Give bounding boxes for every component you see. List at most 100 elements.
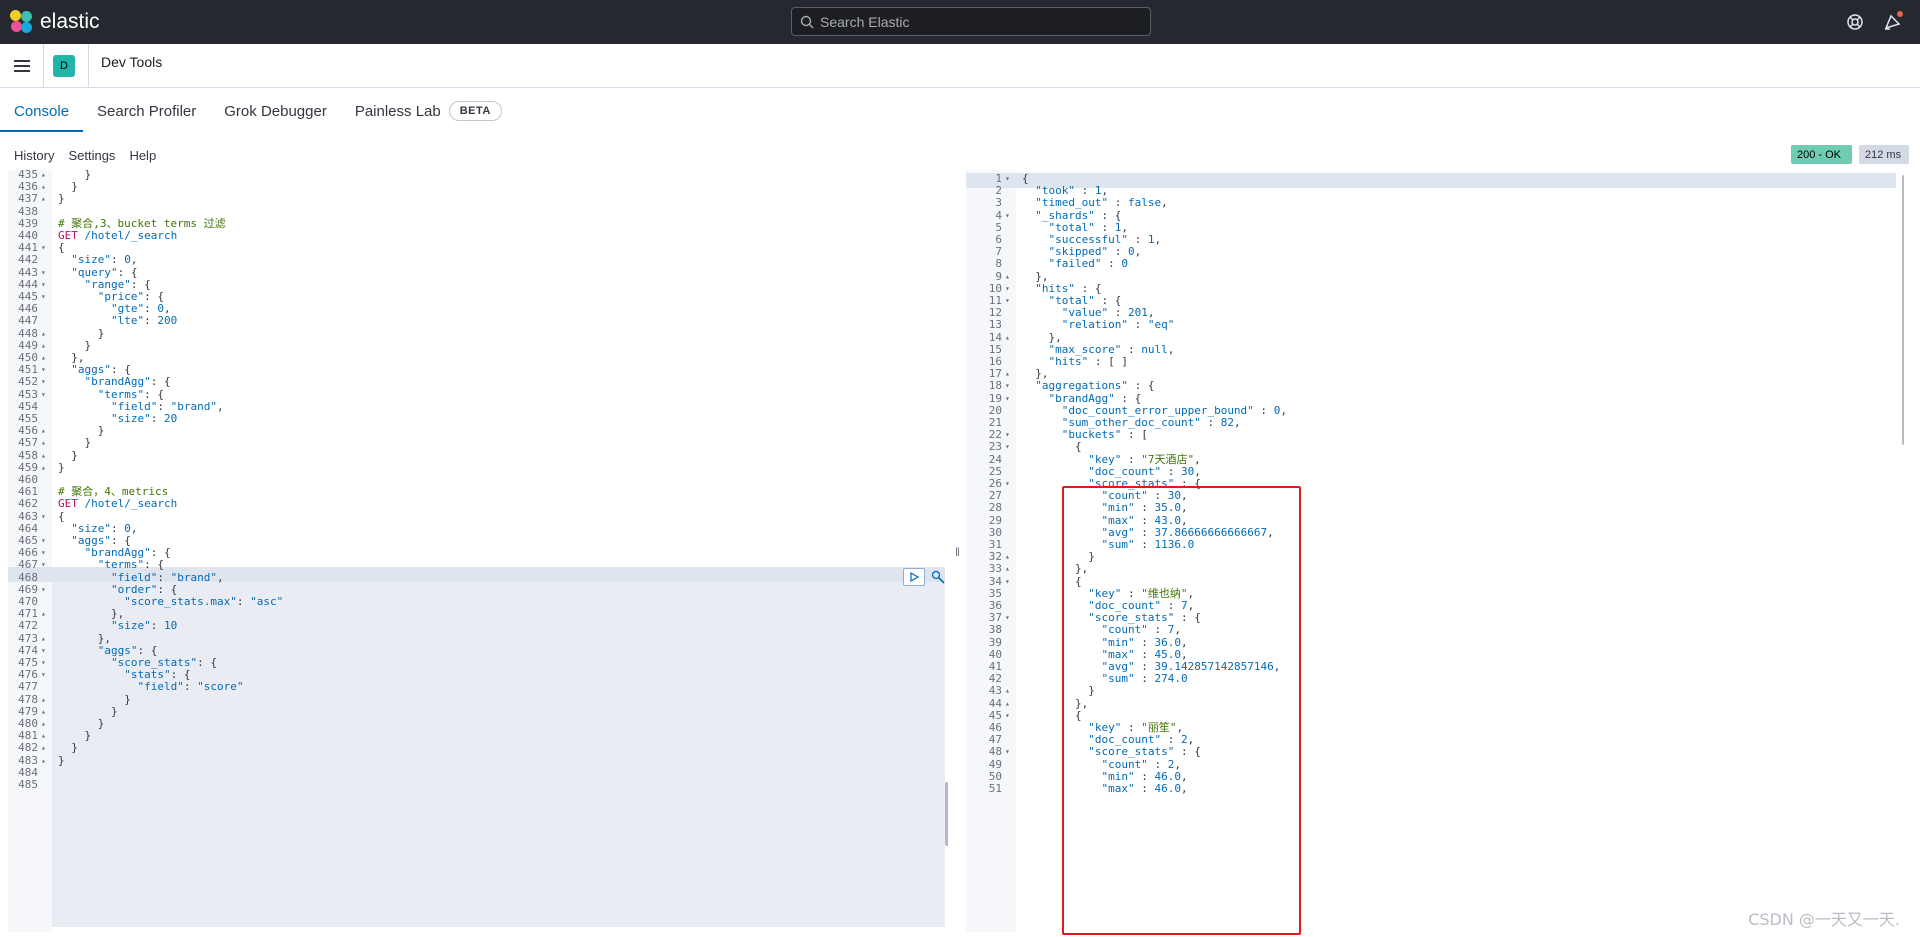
line-number: 49 [988, 757, 1002, 771]
fold-open-icon[interactable]: ▾ [41, 279, 46, 291]
settings-link[interactable]: Settings [68, 148, 115, 163]
tab-grok-debugger[interactable]: Grok Debugger [210, 92, 341, 132]
fold-open-icon[interactable]: ▾ [1005, 576, 1010, 588]
fold-close-icon[interactable]: ▴ [41, 633, 46, 645]
line-number: 482 [18, 741, 38, 755]
line-number: 483 [18, 753, 38, 767]
fold-open-icon[interactable]: ▾ [1005, 380, 1010, 392]
help-icon[interactable] [1844, 11, 1866, 33]
fold-close-icon[interactable]: ▴ [41, 706, 46, 718]
fold-open-icon[interactable]: ▾ [41, 364, 46, 376]
fold-open-icon[interactable]: ▾ [41, 669, 46, 681]
global-search[interactable] [791, 7, 1151, 36]
line-number: 473 [18, 631, 38, 645]
fold-close-icon[interactable]: ▴ [41, 170, 46, 181]
newsfeed-icon[interactable] [1882, 11, 1904, 33]
fold-close-icon[interactable]: ▴ [41, 181, 46, 193]
code-text: } [58, 448, 78, 462]
fold-open-icon[interactable]: ▾ [41, 657, 46, 669]
app-bar-divider [88, 43, 89, 88]
tab-search-profiler[interactable]: Search Profiler [83, 92, 210, 132]
panel-resizer[interactable]: ‖ [955, 545, 960, 559]
line-number: 4 [995, 208, 1002, 222]
line-number: 478 [18, 692, 38, 706]
menu-toggle-button[interactable] [0, 43, 44, 88]
fold-close-icon[interactable]: ▴ [1005, 368, 1010, 380]
fold-open-icon[interactable]: ▾ [41, 267, 46, 279]
fold-open-icon[interactable]: ▾ [41, 291, 46, 303]
line-number: 48 [988, 745, 1002, 759]
fold-close-icon[interactable]: ▴ [1005, 332, 1010, 344]
fold-close-icon[interactable]: ▴ [41, 437, 46, 449]
watermark: CSDN @一天又一天. [1748, 910, 1900, 929]
fold-close-icon[interactable]: ▴ [1005, 685, 1010, 697]
line-number: 438 [18, 204, 38, 218]
fold-close-icon[interactable]: ▴ [41, 694, 46, 706]
code-text: { [58, 509, 65, 523]
search-input[interactable] [820, 13, 1140, 30]
line-number: 8 [995, 257, 1002, 271]
tab-console[interactable]: Console [0, 92, 84, 132]
fold-open-icon[interactable]: ▾ [1005, 295, 1010, 307]
fold-open-icon[interactable]: ▾ [1005, 746, 1010, 758]
line-number: 472 [18, 619, 38, 633]
fold-open-icon[interactable]: ▾ [41, 535, 46, 547]
fold-open-icon[interactable]: ▾ [1005, 441, 1010, 453]
fold-close-icon[interactable]: ▴ [41, 193, 46, 205]
fold-open-icon[interactable]: ▾ [41, 584, 46, 596]
tab-painless-lab-label: Painless Lab [354, 102, 441, 120]
fold-open-icon[interactable]: ▾ [41, 242, 46, 254]
code-text: } [58, 436, 92, 450]
code-text: } [58, 326, 105, 340]
fold-open-icon[interactable]: ▾ [41, 559, 46, 571]
fold-close-icon[interactable]: ▴ [41, 328, 46, 340]
line-number: 442 [18, 253, 38, 267]
fold-close-icon[interactable]: ▴ [1005, 698, 1010, 710]
play-icon [910, 572, 919, 582]
elastic-logo[interactable]: elastic [10, 0, 100, 44]
fold-close-icon[interactable]: ▴ [41, 352, 46, 364]
fold-open-icon[interactable]: ▾ [41, 376, 46, 388]
fold-open-icon[interactable]: ▾ [1005, 210, 1010, 222]
fold-open-icon[interactable]: ▾ [41, 389, 46, 401]
history-link[interactable]: History [14, 148, 54, 163]
fold-open-icon[interactable]: ▾ [1005, 173, 1010, 185]
fold-open-icon[interactable]: ▾ [1005, 612, 1010, 624]
fold-close-icon[interactable]: ▴ [41, 462, 46, 474]
fold-open-icon[interactable]: ▾ [41, 511, 46, 523]
fold-close-icon[interactable]: ▴ [41, 608, 46, 620]
fold-close-icon[interactable]: ▴ [1005, 271, 1010, 283]
fold-close-icon[interactable]: ▴ [41, 730, 46, 742]
fold-close-icon[interactable]: ▴ [41, 718, 46, 730]
fold-open-icon[interactable]: ▾ [1005, 429, 1010, 441]
fold-open-icon[interactable]: ▾ [41, 645, 46, 657]
send-request-button[interactable] [903, 568, 925, 586]
tab-painless-lab[interactable]: Painless Lab BETA [341, 92, 516, 132]
fold-open-icon[interactable]: ▾ [1005, 478, 1010, 490]
fold-open-icon[interactable]: ▾ [1005, 710, 1010, 722]
fold-close-icon[interactable]: ▴ [41, 450, 46, 462]
annotation-highlight-box [1062, 486, 1301, 935]
fold-close-icon[interactable]: ▴ [41, 742, 46, 754]
line-number: 44 [988, 696, 1002, 710]
fold-open-icon[interactable]: ▾ [41, 547, 46, 559]
fold-close-icon[interactable]: ▴ [41, 755, 46, 767]
response-scrollbar[interactable] [1902, 175, 1904, 445]
request-scrollbar[interactable] [945, 782, 948, 846]
fold-close-icon[interactable]: ▴ [1005, 551, 1010, 563]
line-number: 39 [988, 635, 1002, 649]
fold-close-icon[interactable]: ▴ [1005, 563, 1010, 575]
space-avatar[interactable]: D [53, 54, 75, 77]
line-number: 24 [988, 452, 1002, 466]
request-wrench-button[interactable] [929, 568, 947, 586]
search-icon [800, 15, 814, 28]
line-number: 462 [18, 497, 38, 511]
help-link[interactable]: Help [129, 148, 156, 163]
request-editor[interactable]: 435 ▴ } 436 ▴ } 437 ▴} 438 439 # 聚合,3、bucket ter… [8, 170, 948, 932]
fold-open-icon[interactable]: ▾ [1005, 393, 1010, 405]
fold-open-icon[interactable]: ▾ [1005, 283, 1010, 295]
code-text: } [58, 753, 65, 767]
line-number: 452 [18, 375, 38, 389]
fold-close-icon[interactable]: ▴ [41, 340, 46, 352]
fold-close-icon[interactable]: ▴ [41, 425, 46, 437]
